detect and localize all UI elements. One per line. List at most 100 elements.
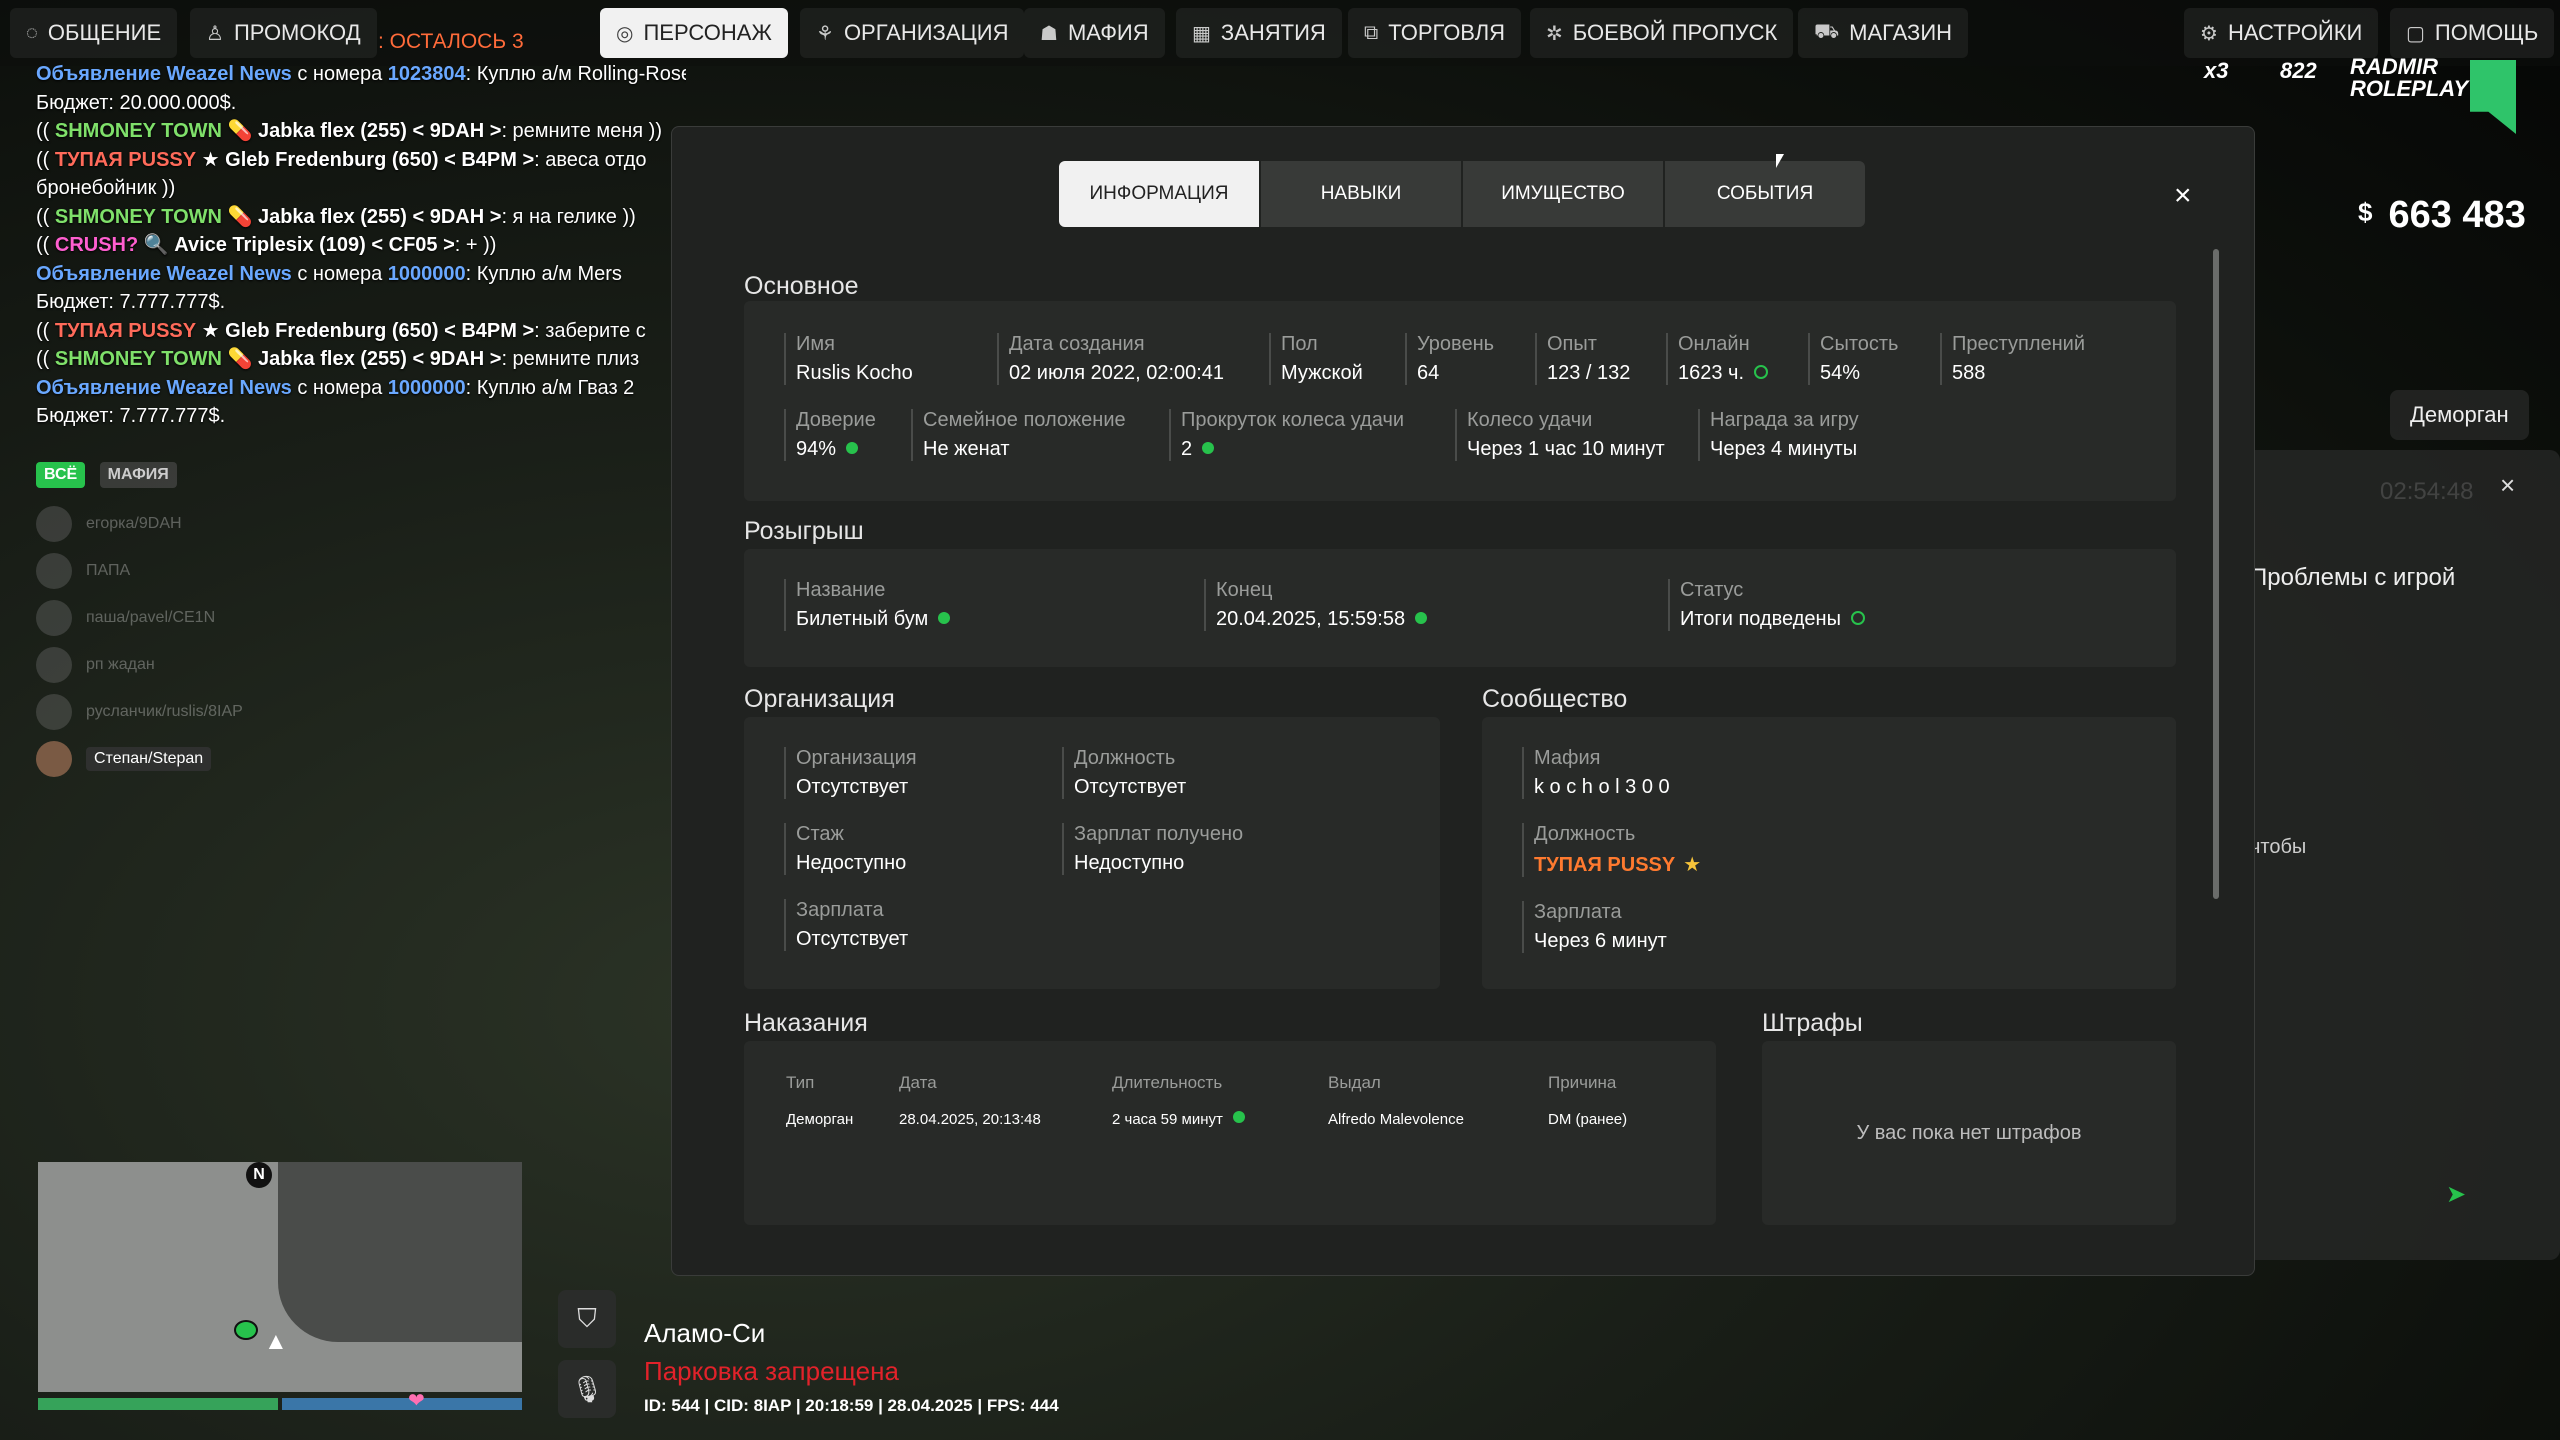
nav-chat[interactable]: ◌ ОБЩЕНИЕ [10, 8, 178, 58]
voice-tab-mafia[interactable]: МАФИЯ [99, 462, 177, 488]
field-mafia: Мафия k o c h o l 3 0 0 [1522, 747, 1670, 799]
chat-log: Объявление Weazel News с номера 1023804:… [36, 60, 686, 431]
field-marital: Семейное положение Не женат [911, 409, 1126, 461]
field-level: Уровень 64 [1405, 333, 1494, 385]
mafia-icon: ☗ [1040, 22, 1058, 45]
punishments-card: Тип Дата Длительность Выдал Причина Демо… [744, 1041, 1716, 1225]
bg-close-icon[interactable]: × [2500, 470, 2515, 501]
info-icon[interactable] [1754, 365, 1769, 379]
nav-battlepass[interactable]: ✲ БОЕВОЙ ПРОПУСК [1530, 8, 1794, 58]
nav-shop[interactable]: ⛟ МАГАЗИН [1798, 8, 1969, 58]
col-duration: Длительность [1112, 1073, 1223, 1092]
bg-demorgan-chip: Деморган [2390, 390, 2529, 440]
voice-row: русланчик/ruslis/8IAP [36, 688, 436, 735]
field-online: Онлайн 1623 ч. [1666, 333, 1769, 385]
field-trust: Доверие 94% [784, 409, 876, 461]
minimap: N ▲ [38, 1162, 522, 1392]
chat-line: Объявление Weazel News с номера 1000000:… [36, 376, 635, 399]
info-icon[interactable] [1850, 611, 1865, 625]
nav-jobs[interactable]: ▦ ЗАНЯТИЯ [1176, 8, 1342, 58]
blip-icon [234, 1320, 258, 1340]
voice-tab-all[interactable]: ВСЁ [36, 462, 86, 488]
voice-row: паша/pavel/CE1N [36, 594, 436, 641]
field-org-salary-got: Зарплат получено Недоступно [1062, 823, 1243, 875]
avatar [36, 552, 72, 589]
nav-mafia[interactable]: ☗ МАФИЯ [1024, 8, 1165, 58]
field-satiety: Сытость 54% [1808, 333, 1898, 385]
field-exp: Опыт 123 / 132 [1535, 333, 1630, 385]
health-bar [38, 1398, 278, 1410]
server-emblem-icon [2470, 60, 2516, 134]
multiplier-badge: x3 [2204, 58, 2229, 83]
radmir-logo: RADMIR ROLEPLAY [2350, 54, 2469, 101]
voice-list: ВСЁ МАФИЯ егорка/9DAH ПАПА паша/pavel/CE… [36, 462, 436, 782]
chat-icon: ◌ [26, 21, 38, 44]
bg-time: 02:54:48 [2380, 478, 2474, 505]
field-raffle-status: Статус Итоги подведены [1668, 579, 1865, 631]
col-issuer: Выдал [1328, 1073, 1381, 1092]
cell-type: Деморган [786, 1111, 854, 1128]
cell-duration: 2 часа 59 минут [1112, 1111, 1245, 1128]
status-dot-icon [846, 442, 859, 454]
tab-info[interactable]: ИНФОРМАЦИЯ [1059, 161, 1259, 227]
chat-line: Объявление Weazel News с номера 1000000:… [36, 262, 622, 285]
gear-icon: ⚙ [2200, 22, 2218, 45]
close-icon[interactable]: × [2174, 179, 2192, 213]
nav-settings[interactable]: ⚙ НАСТРОЙКИ [2184, 8, 2379, 58]
col-reason: Причина [1548, 1073, 1617, 1092]
field-wheel: Колесо удачи Через 1 час 10 минут [1455, 409, 1665, 461]
fines-card: У вас пока нет штрафов [1762, 1041, 2176, 1225]
nav-organization[interactable]: ⚘ ОРГАНИЗАЦИЯ [800, 8, 1025, 58]
cell-date: 28.04.2025, 20:13:48 [899, 1111, 1041, 1128]
chat-line: бронебойник )) [36, 177, 176, 199]
field-mafia-salary: Зарплата Через 6 минут [1522, 901, 1667, 953]
avatar [36, 740, 72, 777]
gear-star-icon: ✲ [1546, 22, 1563, 45]
cart-icon: ⛟ [1814, 20, 1840, 43]
character-modal: ИНФОРМАЦИЯ НАВЫКИ ИМУЩЕСТВО СОБЫТИЯ × Ос… [671, 126, 2255, 1276]
nav-character[interactable]: ◎ ПЕРСОНАЖ [600, 8, 788, 58]
chat-line: Бюджет: 20.000.000$. [36, 91, 237, 114]
field-wheel-spins: Прокруток колеса удачи 2 [1169, 409, 1404, 461]
nav-trade[interactable]: ⧉ ТОРГОВЛЯ [1348, 8, 1522, 58]
community-card: Мафия k o c h o l 3 0 0 Должность ТУПАЯ PU… [1482, 717, 2176, 989]
cell-issuer: Alfredo Malevolence [1328, 1111, 1464, 1128]
cursor-icon [1776, 154, 1784, 168]
scrollbar[interactable] [2213, 249, 2219, 899]
section-title-fines: Штрафы [1762, 1009, 1863, 1037]
avatar [36, 505, 72, 542]
field-org-pos: Должность Отсутствует [1062, 747, 1186, 799]
status-dot-icon [1202, 442, 1215, 454]
field-raffle-end: Конец 20.04.2025, 15:59:58 [1204, 579, 1428, 631]
status-dot-icon [1232, 1111, 1245, 1123]
chat-line: Объявление Weazel News с номера 1023804:… [36, 63, 686, 85]
voice-row: егорка/9DAH [36, 500, 436, 547]
tab-events[interactable]: СОБЫТИЯ [1665, 161, 1865, 227]
shield-icon[interactable]: ⛉ [558, 1290, 616, 1348]
field-reward: Награда за игру Через 4 минуты [1698, 409, 1859, 461]
status-dot-icon [1415, 612, 1428, 624]
field-org-salary: Зарплата Отсутствует [784, 899, 908, 951]
chat-line: (( ТУПАЯ PUSSY ★ Gleb Fredenburg (650) <… [36, 319, 646, 342]
field-org-exp: Стаж Недоступно [784, 823, 906, 875]
armor-bar [282, 1398, 522, 1410]
org-icon: ⚘ [816, 22, 834, 45]
status-dot-icon [938, 612, 951, 624]
field-created: Дата создания 02 июля 2022, 02:00:41 [997, 333, 1224, 385]
tab-property[interactable]: ИМУЩЕСТВО [1463, 161, 1663, 227]
nav-help[interactable]: ▢ ПОМОЩЬ [2390, 8, 2555, 58]
field-crimes: Преступлений 588 [1940, 333, 2085, 385]
promo-remaining: : ОСТАЛОСЬ 3 [378, 30, 524, 53]
send-icon[interactable]: ➤ [2446, 1180, 2466, 1209]
compass-north: N [246, 1162, 272, 1188]
nav-promo[interactable]: ♙ ПРОМОКОД [190, 8, 377, 58]
raffle-card: Название Билетный бум Конец 20.04.2025, 15… [744, 549, 2176, 667]
tab-skills[interactable]: НАВЫКИ [1261, 161, 1461, 227]
col-date: Дата [899, 1073, 937, 1092]
avatar [36, 646, 72, 683]
microphone-icon[interactable]: 🎙 [558, 1360, 616, 1418]
chat-line: (( SHMONEY TOWN 💊 Jabka flex (255) < 9DA… [36, 348, 640, 370]
chat-line: (( CRUSH? 🔍 Avice Triplesix (109) < CF05… [36, 234, 497, 256]
money-display: $663 483 [2358, 194, 2526, 236]
field-raffle-name: Название Билетный бум [784, 579, 951, 631]
